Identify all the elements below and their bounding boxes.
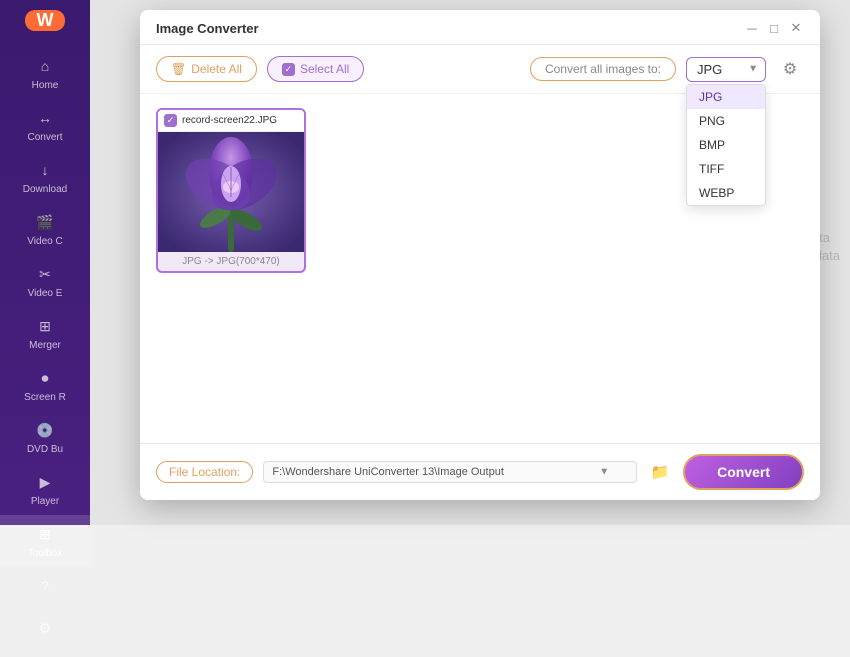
sidebar-item-merger[interactable]: ⊞ Merger [0, 307, 90, 359]
sidebar: W ⌂ Home ↔ Convert ↓ Download 🎬 Video C … [0, 0, 90, 525]
sidebar-item-label: Download [23, 184, 67, 195]
player-icon: ▶ [34, 471, 56, 493]
toolbox-icon: ⊞ [34, 523, 56, 545]
close-button[interactable]: ✕ [788, 20, 804, 36]
modal-footer: File Location: F:\Wondershare UniConvert… [140, 443, 820, 500]
modal-toolbar: 🗑 Delete All ✓ Select All Convert all im… [140, 45, 820, 94]
dropdown-item-png[interactable]: PNG [687, 109, 765, 133]
home-icon: ⌂ [34, 55, 56, 77]
format-dropdown-menu[interactable]: JPG PNG BMP TIFF WEBP [686, 84, 766, 206]
image-card[interactable]: ✓ record-screen22.JPG [156, 108, 306, 273]
sidebar-item-player[interactable]: ▶ Player [0, 463, 90, 515]
sidebar-item-video-compress[interactable]: 🎬 Video C [0, 203, 90, 255]
sidebar-item-label: Video C [27, 236, 62, 247]
app-background: W ⌂ Home ↔ Convert ↓ Download 🎬 Video C … [0, 0, 850, 525]
sidebar-item-label: Video E [28, 288, 63, 299]
merger-icon: ⊞ [34, 315, 56, 337]
image-filename: record-screen22.JPG [182, 115, 277, 126]
modal-title: Image Converter [156, 21, 259, 36]
sidebar-item-label: DVD Bu [27, 444, 63, 455]
file-path-select[interactable]: F:\Wondershare UniConverter 13\Image Out… [263, 461, 637, 483]
minimize-button[interactable]: ─ [744, 20, 760, 36]
converter-settings-button[interactable]: ⚙ [776, 55, 804, 83]
image-thumbnail [158, 132, 304, 252]
select-all-label: Select All [300, 62, 349, 76]
main-content: data etadata CD. Image Converter ─ □ ✕ 🗑… [90, 0, 850, 525]
dropdown-item-jpg[interactable]: JPG [687, 85, 765, 109]
video-compress-icon: 🎬 [34, 211, 56, 233]
sidebar-item-dvd-burner[interactable]: 💿 DVD Bu [0, 411, 90, 463]
sidebar-item-label: Merger [29, 340, 61, 351]
screen-record-icon: ⏺ [34, 367, 56, 389]
app-logo: W [25, 10, 65, 31]
sidebar-item-label: Home [32, 80, 59, 91]
sidebar-item-label: Convert [27, 132, 62, 143]
sidebar-item-screen-recorder[interactable]: ⏺ Screen R [0, 359, 90, 411]
dropdown-item-bmp[interactable]: BMP [687, 133, 765, 157]
dvd-icon: 💿 [34, 419, 56, 441]
sidebar-item-help[interactable]: ? [0, 567, 90, 605]
select-all-button[interactable]: ✓ Select All [267, 56, 364, 82]
sidebar-bottom: ? ⚙ [0, 567, 90, 657]
help-icon: ? [34, 575, 56, 597]
delete-icon: 🗑 [171, 62, 186, 76]
image-card-header: ✓ record-screen22.JPG [158, 110, 304, 132]
modal-titlebar: Image Converter ─ □ ✕ [140, 10, 820, 45]
image-checkbox[interactable]: ✓ [164, 114, 177, 127]
delete-all-button[interactable]: 🗑 Delete All [156, 56, 257, 82]
titlebar-controls: ─ □ ✕ [744, 20, 804, 36]
convert-button[interactable]: Convert [683, 454, 804, 490]
download-icon: ↓ [34, 159, 56, 181]
sidebar-item-home[interactable]: ⌂ Home [0, 47, 90, 99]
sidebar-item-settings[interactable]: ⚙ [0, 609, 90, 647]
maximize-button[interactable]: □ [766, 20, 782, 36]
sidebar-item-label: Toolbox [28, 548, 62, 559]
format-select[interactable]: JPG PNG BMP TIFF WEBP [686, 57, 766, 82]
dropdown-item-webp[interactable]: WEBP [687, 181, 765, 205]
select-all-checkbox: ✓ [282, 63, 295, 76]
sidebar-item-label: Screen R [24, 392, 66, 403]
browse-folder-button[interactable]: 📁 [647, 459, 673, 485]
dropdown-item-tiff[interactable]: TIFF [687, 157, 765, 181]
sidebar-item-toolbox[interactable]: ⊞ Toolbox [0, 515, 90, 567]
sidebar-item-label: Player [31, 496, 59, 507]
settings-icon: ⚙ [34, 617, 56, 639]
sidebar-item-video-edit[interactable]: ✂ Video E [0, 255, 90, 307]
sidebar-item-convert[interactable]: ↔ Convert [0, 99, 90, 151]
sidebar-item-download[interactable]: ↓ Download [0, 151, 90, 203]
video-edit-icon: ✂ [34, 263, 56, 285]
convert-all-label: Convert all images to: [530, 57, 676, 81]
image-caption: JPG -> JPG(700*470) [158, 252, 304, 271]
delete-all-label: Delete All [191, 62, 242, 76]
file-location-label: File Location: [156, 461, 253, 483]
image-converter-modal: Image Converter ─ □ ✕ 🗑 Delete All ✓ Sel… [140, 10, 820, 500]
convert-icon: ↔ [34, 107, 56, 129]
format-select-wrapper: JPG PNG BMP TIFF WEBP ▼ JPG PNG BMP TIFF… [686, 57, 766, 82]
